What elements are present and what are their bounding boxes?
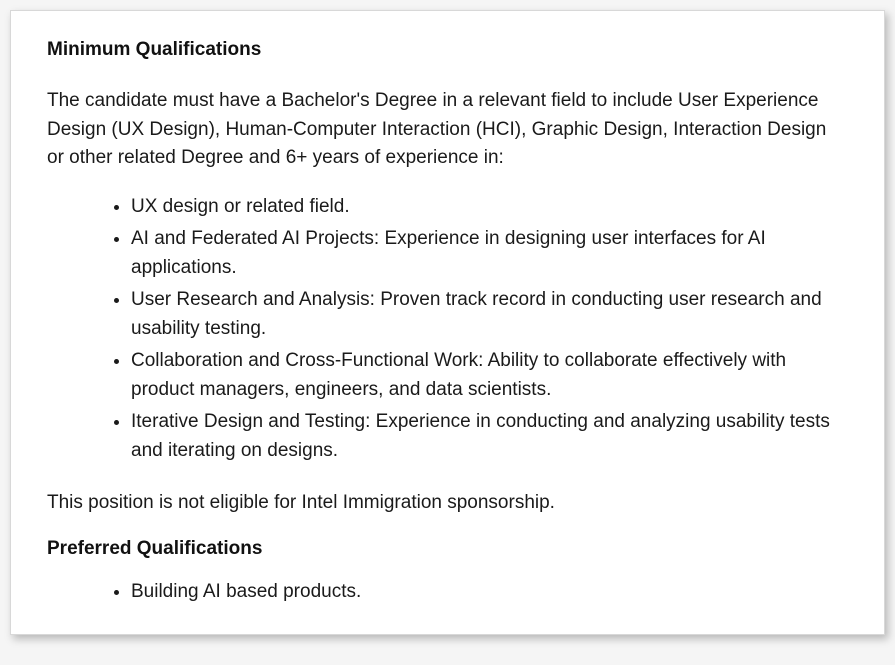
qualifications-card: Minimum Qualifications The candidate mus…: [10, 10, 885, 635]
list-item: UX design or related field.: [131, 193, 848, 222]
list-item: User Research and Analysis: Proven track…: [131, 286, 848, 343]
preferred-qualifications-heading: Preferred Qualifications: [47, 538, 848, 560]
minimum-qualifications-heading: Minimum Qualifications: [47, 39, 848, 61]
list-item: Iterative Design and Testing: Experience…: [131, 408, 848, 465]
list-item: Collaboration and Cross-Functional Work:…: [131, 347, 848, 404]
list-item: AI and Federated AI Projects: Experience…: [131, 225, 848, 282]
preferred-qualifications-list: Building AI based products.: [47, 578, 848, 607]
sponsorship-note: This position is not eligible for Intel …: [47, 489, 848, 518]
minimum-qualifications-intro: The candidate must have a Bachelor's Deg…: [47, 87, 848, 173]
list-item: Building AI based products.: [131, 578, 848, 607]
minimum-qualifications-list: UX design or related field. AI and Feder…: [47, 193, 848, 466]
